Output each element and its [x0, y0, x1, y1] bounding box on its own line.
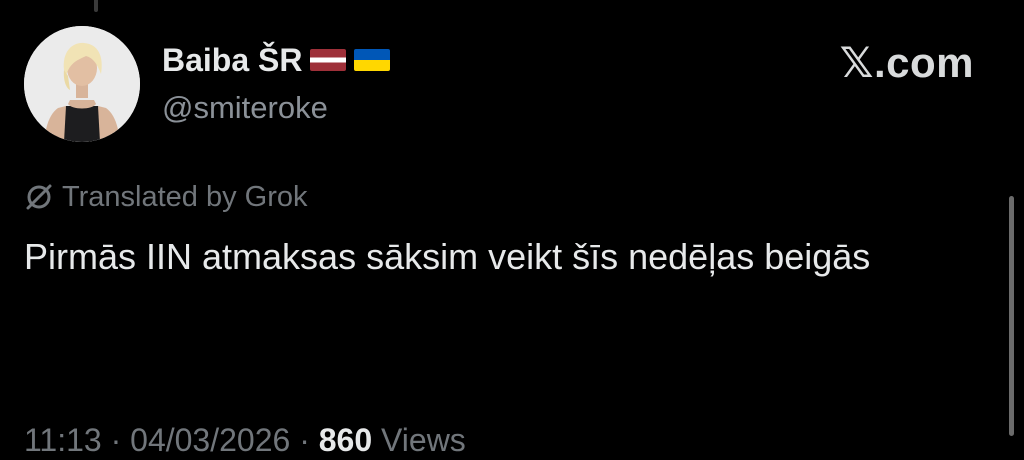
- scrollbar[interactable]: [1009, 196, 1014, 436]
- meta-separator: ·: [101, 422, 131, 458]
- views-count[interactable]: 860: [319, 422, 372, 458]
- translation-notice: Translated by Grok: [24, 178, 308, 216]
- tweet-text: Pirmās IIN atmaksas sāksim veikt šīs ned…: [24, 236, 871, 277]
- latvia-flag-icon: [310, 49, 347, 71]
- translate-icon: [24, 182, 54, 212]
- top-edge-marker: [94, 0, 98, 12]
- ukraine-flag-icon: [354, 49, 391, 71]
- views-label: Views: [372, 422, 466, 458]
- author-handle[interactable]: @smiteroke: [162, 88, 328, 128]
- translation-label: Translated by Grok: [62, 181, 308, 213]
- author-name-row: Baiba ŠR: [162, 40, 391, 80]
- tweet-time[interactable]: 11:13: [24, 422, 102, 458]
- profile-photo: [24, 26, 140, 142]
- tweet-date[interactable]: 04/03/2026: [130, 422, 290, 458]
- avatar[interactable]: [24, 26, 140, 142]
- meta-separator: ·: [290, 422, 319, 458]
- brand-label: 𝕏.com: [839, 39, 974, 86]
- tweet-meta: 11:13 · 04/03/2026 · 860 Views: [24, 418, 466, 460]
- display-name[interactable]: Baiba ŠR: [162, 40, 302, 80]
